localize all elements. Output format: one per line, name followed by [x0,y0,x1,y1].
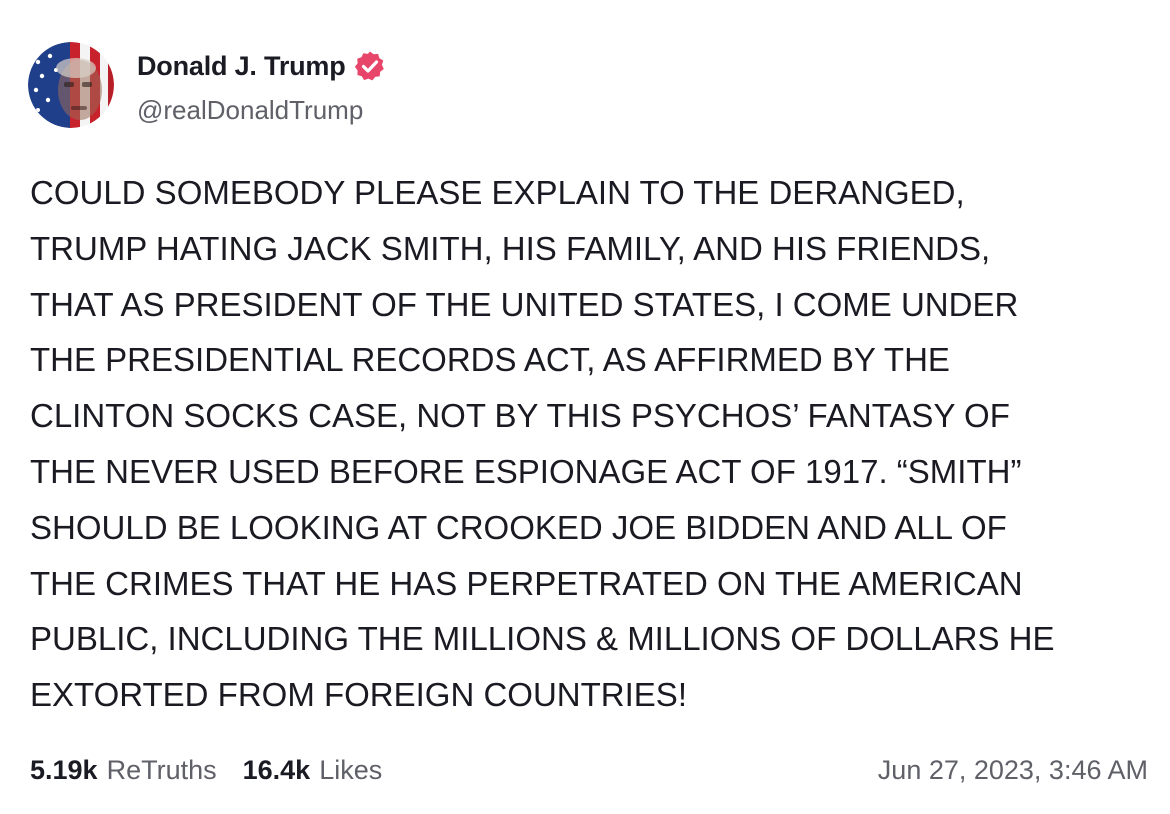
likes-stat[interactable]: 16.4k Likes [243,755,383,786]
post-body-text: COULD SOMEBODY PLEASE EXPLAIN TO THE DER… [30,174,1055,714]
verified-badge-icon [354,50,386,82]
post-card: Donald J. Trump @realDonaldTrump COULD S… [0,0,1170,814]
avatar[interactable] [28,42,114,128]
retruths-label: ReTruths [106,754,217,785]
post-footer: 5.19k ReTruths 16.4k Likes Jun 27, 2023,… [30,752,1148,788]
post-timestamp[interactable]: Jun 27, 2023, 3:46 AM [878,755,1148,786]
avatar-image [28,42,114,128]
likes-label: Likes [319,754,383,785]
author-display-name[interactable]: Donald J. Trump [137,51,346,82]
author-handle[interactable]: @realDonaldTrump [137,95,363,126]
likes-count: 16.4k [242,754,311,785]
author-name-row: Donald J. Trump [137,48,386,84]
retruths-count: 5.19k [30,754,98,785]
retruths-stat[interactable]: 5.19k ReTruths [30,755,217,786]
